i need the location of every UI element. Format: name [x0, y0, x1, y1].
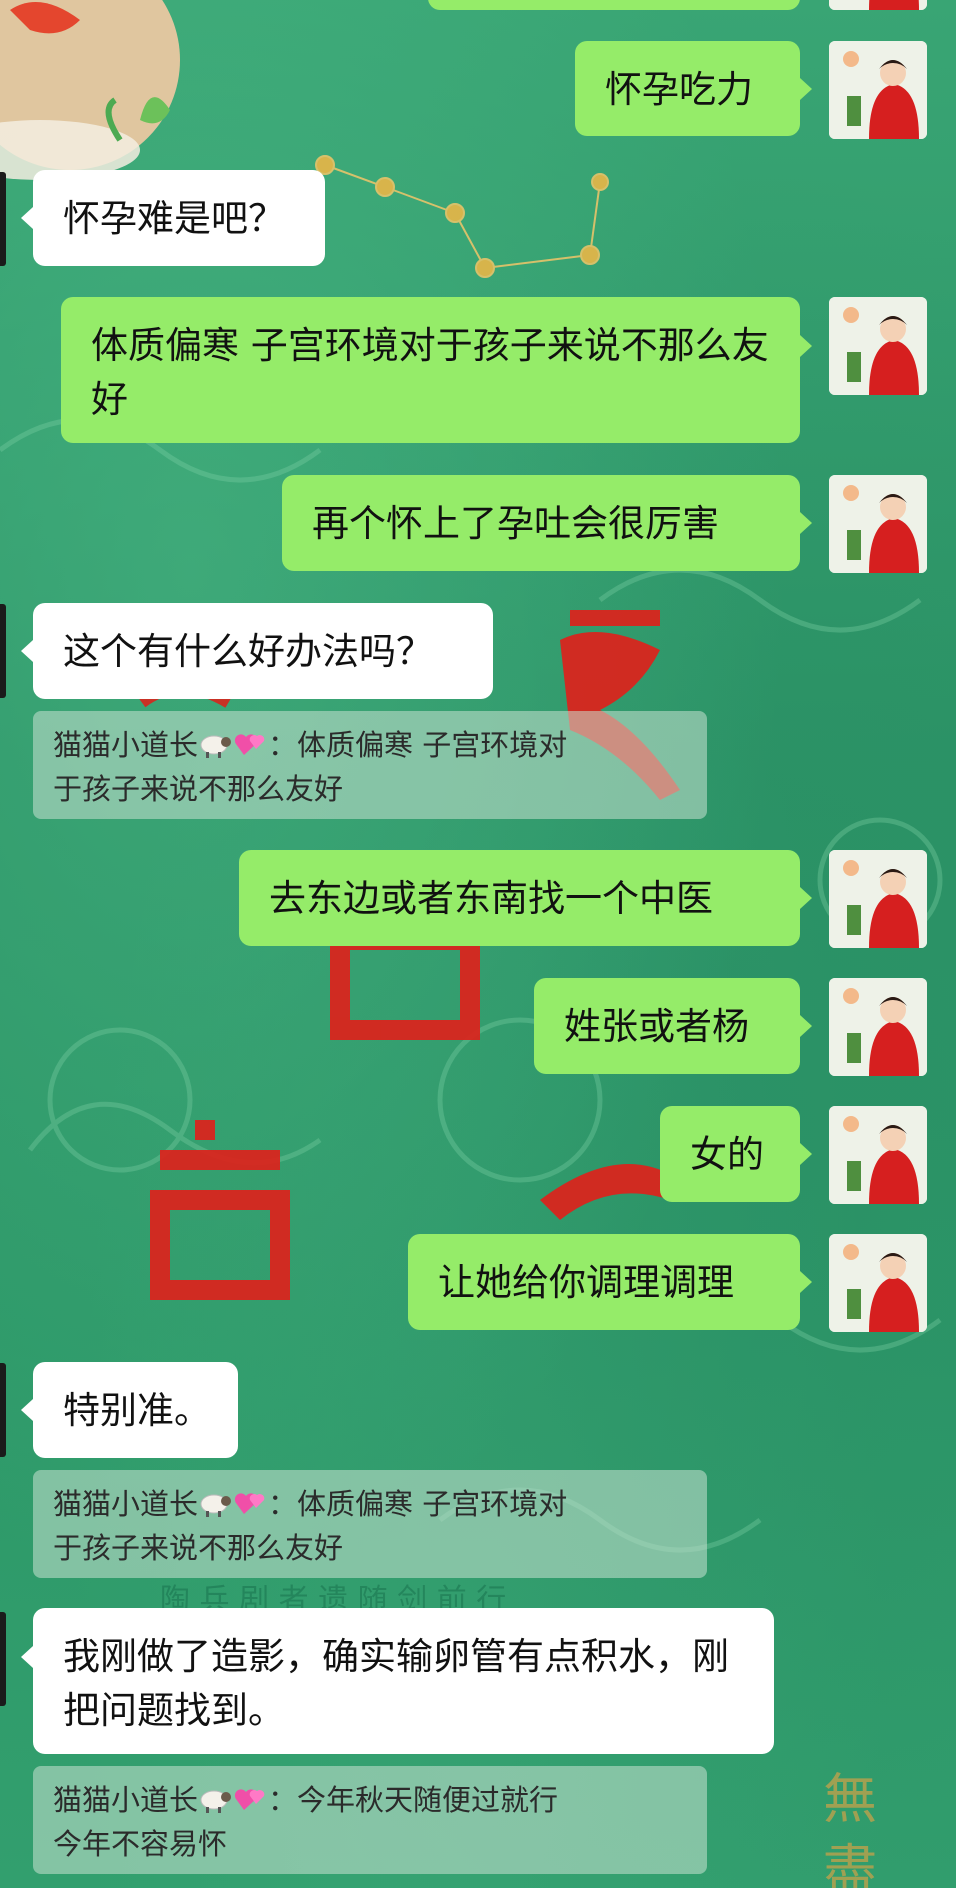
quote-text: 体质偏寒 子宫环境对: [297, 1487, 568, 1521]
hearts-icon: [234, 734, 265, 755]
bubble-tail: [21, 1399, 33, 1421]
sender-avatar[interactable]: [829, 850, 927, 948]
quote-line-2: 于孩子来说不那么友好: [53, 1531, 344, 1565]
quoted-reply[interactable]: 猫猫小道长 ：体质偏寒 子宫环境对 于孩子来说不那么友好: [33, 711, 707, 819]
sheep-icon: [200, 1790, 232, 1813]
bubble-tail: [800, 335, 812, 357]
message-text: 去东边或者东南找一个中医: [269, 877, 713, 920]
message-text: 我刚做了造影，确实输卵管有点积水，刚把问题找到。: [63, 1635, 729, 1732]
avatar-portrait-icon: [829, 475, 927, 573]
message-bubble-received[interactable]: 特别准。: [33, 1362, 238, 1458]
bubble-tail: [21, 640, 33, 662]
message-text: 怀孕难是吧？: [63, 197, 285, 240]
quote-separator: ：: [268, 728, 298, 762]
quote-line-2: 今年不容易怀: [53, 1827, 228, 1861]
bubble-tail: [21, 207, 33, 229]
sender-avatar[interactable]: [829, 1106, 927, 1204]
hearts-icon: [234, 1789, 265, 1810]
message-bubble-sent[interactable]: 让她给你调理调理: [408, 1234, 800, 1330]
quote-sender-name: 猫猫小道长: [53, 1783, 199, 1817]
sender-avatar[interactable]: [829, 1234, 927, 1332]
message-bubble-received[interactable]: 这个有什么好办法吗？: [33, 603, 493, 699]
wallpaper-seal-text: 無 盡: [814, 1770, 877, 1888]
quoted-reply[interactable]: 猫猫小道长 ：今年秋天随便过就行 今年不容易怀: [33, 1766, 707, 1874]
quote-separator: ：: [268, 1783, 298, 1817]
message-bubble-sent[interactable]: 再个怀上了孕吐会很厉害: [282, 475, 800, 571]
sender-avatar[interactable]: [829, 297, 927, 395]
sheep-icon: [200, 735, 232, 758]
avatar-portrait-icon: [829, 41, 927, 139]
received-marker: [0, 1363, 6, 1457]
bubble-tail: [800, 887, 812, 909]
message-text: 体质偏寒 子宫环境对于孩子来说不那么友好: [91, 324, 769, 421]
quote-sender-name: 猫猫小道长: [53, 728, 199, 762]
avatar-portrait-icon: [829, 1106, 927, 1204]
quote-text: 体质偏寒 子宫环境对: [297, 728, 568, 762]
quote-text: 今年秋天随便过就行: [297, 1783, 559, 1817]
hearts-icon: [234, 1493, 265, 1514]
received-marker: [0, 172, 6, 266]
sender-avatar[interactable]: [829, 41, 927, 139]
quote-sender-name: 猫猫小道长: [53, 1487, 199, 1521]
bubble-tail: [800, 78, 812, 100]
message-text: 再个怀上了孕吐会很厉害: [312, 502, 719, 545]
message-text: 让她给你调理调理: [438, 1261, 734, 1304]
message-bubble-sent[interactable]: 去东边或者东南找一个中医: [239, 850, 800, 946]
bubble-tail: [21, 1646, 33, 1668]
message-bubble-sent[interactable]: 体质偏寒 子宫环境对于孩子来说不那么友好: [61, 297, 800, 443]
received-marker: [0, 1612, 6, 1706]
quoted-reply[interactable]: 猫猫小道长 ：体质偏寒 子宫环境对 于孩子来说不那么友好: [33, 1470, 707, 1578]
message-text: 这个有什么好办法吗？: [63, 630, 433, 673]
bubble-tail: [800, 512, 812, 534]
sender-avatar[interactable]: [829, 0, 927, 10]
avatar-portrait-icon: [829, 297, 927, 395]
quote-line-1: 猫猫小道长 ：体质偏寒 子宫环境对: [53, 723, 687, 767]
avatar-portrait-icon: [829, 978, 927, 1076]
sender-avatar[interactable]: [829, 978, 927, 1076]
quote-line-1: 猫猫小道长 ：体质偏寒 子宫环境对: [53, 1482, 687, 1526]
avatar-portrait-icon: [829, 850, 927, 948]
message-bubble-sent[interactable]: 姓张或者杨: [534, 978, 800, 1074]
sheep-icon: [200, 1494, 232, 1517]
message-bubble-sent[interactable]: 怀孕吃力: [575, 41, 800, 136]
message-text: 姓张或者杨: [564, 1005, 749, 1048]
quote-line-1: 猫猫小道长 ：今年秋天随便过就行: [53, 1778, 687, 1822]
message-text: 特别准。: [63, 1389, 211, 1432]
message-bubble-received[interactable]: 我刚做了造影，确实输卵管有点积水，刚把问题找到。: [33, 1608, 774, 1754]
message-bubble-partial[interactable]: [428, 0, 800, 10]
message-bubble-received[interactable]: 怀孕难是吧？: [33, 170, 325, 266]
avatar-portrait-icon: [829, 0, 927, 10]
avatar-portrait-icon: [829, 1234, 927, 1332]
message-text: 怀孕吃力: [605, 68, 753, 111]
message-text: 女的: [690, 1133, 764, 1176]
bubble-tail: [800, 1015, 812, 1037]
quote-separator: ：: [268, 1487, 298, 1521]
bubble-tail: [800, 1271, 812, 1293]
bubble-tail: [800, 1143, 812, 1165]
received-marker: [0, 604, 6, 698]
quote-line-2: 于孩子来说不那么友好: [53, 772, 344, 806]
message-bubble-sent[interactable]: 女的: [660, 1106, 800, 1202]
sender-avatar[interactable]: [829, 475, 927, 573]
